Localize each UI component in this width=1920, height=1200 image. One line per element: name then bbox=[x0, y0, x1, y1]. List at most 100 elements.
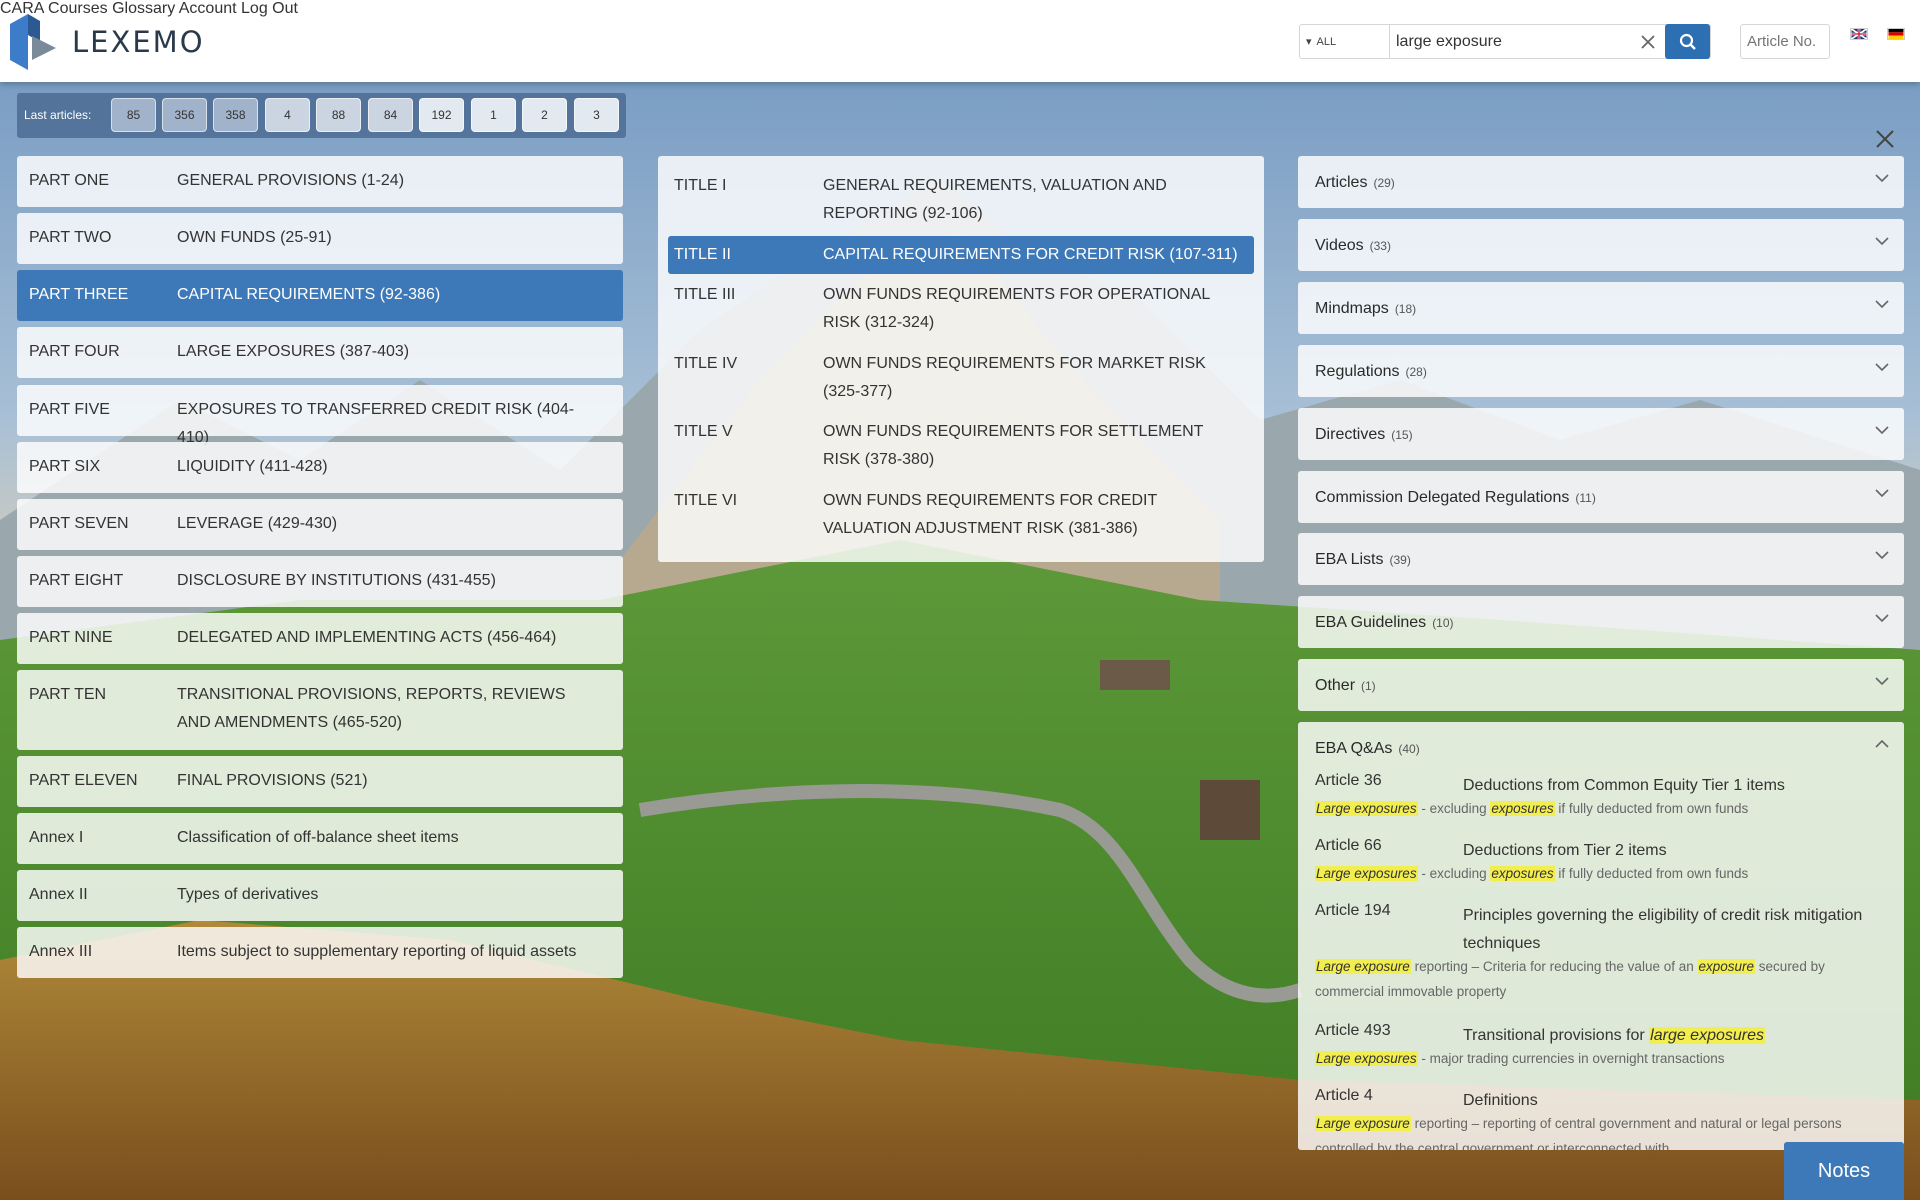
last-article-chip[interactable]: 3 bbox=[574, 98, 619, 132]
part-number: PART NINE bbox=[29, 629, 113, 646]
snippet-text: - major trading currencies in overnight … bbox=[1417, 1051, 1725, 1066]
last-article-chip[interactable]: 192 bbox=[419, 98, 464, 132]
title-name: OWN FUNDS REQUIREMENTS FOR CREDIT VALUAT… bbox=[823, 492, 1157, 537]
results-eba-lists[interactable]: EBA Lists (39) bbox=[1298, 533, 1904, 585]
notes-button[interactable]: Notes bbox=[1784, 1142, 1904, 1200]
last-article-chip[interactable]: 84 bbox=[368, 98, 413, 132]
chevron-down-icon bbox=[1875, 551, 1889, 560]
qa-result[interactable]: Article 493 Transitional provisions for … bbox=[1315, 1022, 1895, 1082]
qa-article-title-text: Transitional provisions for bbox=[1463, 1027, 1650, 1044]
results-count: (33) bbox=[1369, 239, 1391, 253]
results-commission-delegated-regulations[interactable]: Commission Delegated Regulations (11) bbox=[1298, 471, 1904, 523]
results-count: (11) bbox=[1575, 491, 1596, 505]
last-article-chip[interactable]: 85 bbox=[111, 98, 156, 132]
part-number: PART SEVEN bbox=[29, 515, 129, 532]
snippet-text: - excluding bbox=[1417, 801, 1491, 816]
nav-logout[interactable]: Log Out bbox=[241, 0, 298, 17]
part-item[interactable]: Annex II Types of derivatives bbox=[17, 870, 623, 921]
qa-result[interactable]: Article 66 Deductions from Tier 2 items … bbox=[1315, 837, 1895, 897]
title-item[interactable]: TITLE IV OWN FUNDS REQUIREMENTS FOR MARK… bbox=[668, 350, 1254, 408]
search-scope-select[interactable]: ▾ ALL bbox=[1300, 25, 1390, 58]
results-regulations[interactable]: Regulations (28) bbox=[1298, 345, 1904, 397]
part-item[interactable]: Annex III Items subject to supplementary… bbox=[17, 927, 623, 978]
chevron-down-icon bbox=[1875, 489, 1889, 498]
part-item[interactable]: PART EIGHT DISCLOSURE BY INSTITUTIONS (4… bbox=[17, 556, 623, 607]
part-number: Annex III bbox=[29, 943, 93, 960]
results-videos[interactable]: Videos (33) bbox=[1298, 219, 1904, 271]
last-article-chip[interactable]: 358 bbox=[213, 98, 258, 132]
search-button[interactable] bbox=[1665, 24, 1710, 59]
part-number: PART TWO bbox=[29, 229, 112, 246]
results-directives[interactable]: Directives (15) bbox=[1298, 408, 1904, 460]
results-eba-guidelines[interactable]: EBA Guidelines (10) bbox=[1298, 596, 1904, 648]
results-eba-qas-expanded: EBA Q&As (40) Article 36 Deductions from … bbox=[1298, 722, 1904, 1150]
last-article-chip[interactable]: 2 bbox=[522, 98, 567, 132]
part-number: Annex II bbox=[29, 886, 88, 903]
results-count: (15) bbox=[1391, 428, 1413, 442]
snippet-text: if fully deducted from own funds bbox=[1554, 866, 1749, 881]
snippet-text: if fully deducted from own funds bbox=[1554, 801, 1749, 816]
logo-text: LEXEMO bbox=[72, 25, 205, 59]
snippet-text: reporting – Criteria for reducing the va… bbox=[1410, 959, 1698, 974]
results-label: Videos bbox=[1315, 237, 1364, 254]
part-number: PART FOUR bbox=[29, 343, 120, 360]
results-other[interactable]: Other (1) bbox=[1298, 659, 1904, 711]
results-articles[interactable]: Articles (29) bbox=[1298, 156, 1904, 208]
close-icon[interactable] bbox=[1874, 128, 1896, 150]
part-title: Items subject to supplementary reporting… bbox=[177, 943, 577, 960]
english-flag-icon[interactable] bbox=[1850, 28, 1868, 40]
part-number: PART SIX bbox=[29, 458, 101, 475]
german-flag-icon[interactable] bbox=[1887, 28, 1905, 40]
results-label: Commission Delegated Regulations bbox=[1315, 489, 1570, 506]
search-input[interactable] bbox=[1396, 26, 1646, 57]
last-article-chip[interactable]: 4 bbox=[265, 98, 310, 132]
qa-article-number: Article 66 bbox=[1315, 837, 1382, 854]
qa-result[interactable]: Article 4 Definitions Large exposure rep… bbox=[1315, 1087, 1895, 1150]
part-title: DISCLOSURE BY INSTITUTIONS (431-455) bbox=[177, 572, 496, 589]
chevron-down-icon bbox=[1875, 677, 1889, 686]
part-number: PART FIVE bbox=[29, 401, 110, 418]
last-article-chip[interactable]: 1 bbox=[471, 98, 516, 132]
search-term-highlight: Large exposure bbox=[1315, 1116, 1411, 1131]
qa-result[interactable]: Article 194 Principles governing the eli… bbox=[1315, 902, 1895, 1012]
last-articles-bar: Last articles: 85 356 358 4 88 84 192 1 … bbox=[17, 93, 626, 138]
part-item[interactable]: Annex I Classification of off-balance sh… bbox=[17, 813, 623, 864]
part-item[interactable]: PART ELEVEN FINAL PROVISIONS (521) bbox=[17, 756, 623, 807]
results-label: EBA Guidelines bbox=[1315, 614, 1427, 631]
title-item[interactable]: TITLE I GENERAL REQUIREMENTS, VALUATION … bbox=[668, 172, 1254, 230]
part-item-active[interactable]: PART THREE CAPITAL REQUIREMENTS (92-386) bbox=[17, 270, 623, 321]
part-title: DELEGATED AND IMPLEMENTING ACTS (456-464… bbox=[177, 629, 557, 646]
results-count: (28) bbox=[1405, 365, 1427, 379]
titles-panel: TITLE I GENERAL REQUIREMENTS, VALUATION … bbox=[658, 156, 1264, 562]
lexemo-logo[interactable]: LEXEMO bbox=[10, 14, 205, 70]
eba-qas-header[interactable]: EBA Q&As (40) bbox=[1315, 740, 1420, 758]
title-item-active[interactable]: TITLE II CAPITAL REQUIREMENTS FOR CREDIT… bbox=[668, 236, 1254, 274]
chevron-up-icon[interactable] bbox=[1874, 738, 1890, 750]
part-title: LIQUIDITY (411-428) bbox=[177, 458, 328, 475]
results-label: Mindmaps bbox=[1315, 300, 1389, 317]
last-article-chip[interactable]: 356 bbox=[162, 98, 207, 132]
part-item[interactable]: PART FOUR LARGE EXPOSURES (387-403) bbox=[17, 327, 623, 378]
qa-article-title: Principles governing the eligibility of … bbox=[1463, 907, 1863, 952]
part-item[interactable]: PART FIVE EXPOSURES TO TRANSFERRED CREDI… bbox=[17, 385, 623, 446]
part-item[interactable]: PART TWO OWN FUNDS (25-91) bbox=[17, 213, 623, 264]
clear-search-icon[interactable] bbox=[1638, 32, 1658, 52]
qa-snippet: Large exposure reporting – Criteria for … bbox=[1315, 954, 1885, 1004]
chevron-down-icon bbox=[1875, 426, 1889, 435]
title-item[interactable]: TITLE III OWN FUNDS REQUIREMENTS FOR OPE… bbox=[668, 281, 1254, 339]
title-number: TITLE III bbox=[674, 286, 736, 303]
part-item[interactable]: PART SEVEN LEVERAGE (429-430) bbox=[17, 499, 623, 550]
article-number-input[interactable] bbox=[1740, 24, 1830, 59]
title-item[interactable]: TITLE VI OWN FUNDS REQUIREMENTS FOR CRED… bbox=[668, 487, 1254, 545]
title-item[interactable]: TITLE V OWN FUNDS REQUIREMENTS FOR SETTL… bbox=[668, 418, 1254, 476]
results-mindmaps[interactable]: Mindmaps (18) bbox=[1298, 282, 1904, 334]
qa-result[interactable]: Article 36 Deductions from Common Equity… bbox=[1315, 772, 1895, 832]
part-item[interactable]: PART TEN TRANSITIONAL PROVISIONS, REPORT… bbox=[17, 670, 623, 750]
last-article-chip[interactable]: 88 bbox=[316, 98, 361, 132]
part-item[interactable]: PART SIX LIQUIDITY (411-428) bbox=[17, 442, 623, 493]
chevron-down-icon bbox=[1875, 174, 1889, 183]
part-item[interactable]: PART ONE GENERAL PROVISIONS (1-24) bbox=[17, 156, 623, 207]
qa-title-highlight: large exposures bbox=[1649, 1027, 1765, 1044]
lexemo-logo-icon bbox=[10, 14, 56, 70]
part-item[interactable]: PART NINE DELEGATED AND IMPLEMENTING ACT… bbox=[17, 613, 623, 664]
